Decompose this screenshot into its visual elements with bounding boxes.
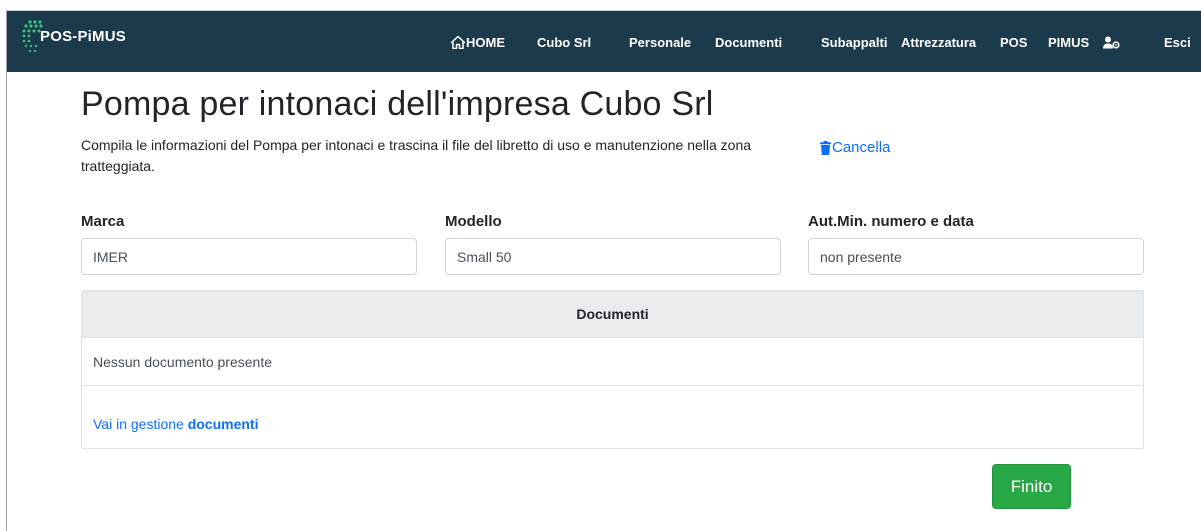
nav-documenti[interactable]: Documenti <box>715 35 782 51</box>
brand-name: POS-PiMUS <box>40 28 126 45</box>
documents-empty-message: Nessun documento presente <box>82 338 1143 386</box>
nav-pimus[interactable]: PIMUS <box>1048 35 1089 51</box>
manage-documents-link[interactable]: Vai in gestione documenti <box>93 416 258 432</box>
finish-button[interactable]: Finito <box>992 464 1071 509</box>
page-title: Pompa per intonaci dell'impresa Cubo Srl <box>81 85 714 123</box>
trash-icon <box>820 140 831 155</box>
nav-esci[interactable]: Esci <box>1164 35 1191 51</box>
marca-label: Marca <box>81 213 125 230</box>
app-window: POS-PiMUS HOME Cubo Srl Personale Docume… <box>6 10 1201 531</box>
nav-home[interactable]: HOME <box>451 35 505 51</box>
nav-user-settings[interactable] <box>1103 35 1121 51</box>
top-navbar: POS-PiMUS HOME Cubo Srl Personale Docume… <box>7 11 1201 72</box>
marca-input[interactable] <box>81 238 417 275</box>
nav-cubo-srl[interactable]: Cubo Srl <box>537 35 591 51</box>
brand-logo[interactable]: POS-PiMUS <box>21 20 126 53</box>
nav-subappalti[interactable]: Subappalti <box>821 35 887 51</box>
nav-home-label: HOME <box>466 35 505 50</box>
documents-header: Documenti <box>82 291 1143 338</box>
aut-min-input[interactable] <box>808 238 1144 275</box>
nav-attrezzatura[interactable]: Attrezzatura <box>901 35 976 51</box>
modello-label: Modello <box>445 213 502 230</box>
manage-documents-prefix: Vai in gestione <box>93 416 188 432</box>
documents-card: Documenti Nessun documento presente Vai … <box>81 290 1144 449</box>
nav-personale[interactable]: Personale <box>629 35 691 51</box>
page-description: Compila le informazioni del Pompa per in… <box>81 137 752 174</box>
home-icon <box>451 36 465 49</box>
manage-documents-bold: documenti <box>187 416 259 432</box>
modello-input[interactable] <box>445 238 781 275</box>
delete-label: Cancella <box>832 139 891 156</box>
aut-min-label: Aut.Min. numero e data <box>808 213 974 230</box>
user-settings-icon <box>1103 36 1120 49</box>
delete-link[interactable]: Cancella <box>820 139 890 156</box>
nav-pos[interactable]: POS <box>1000 35 1027 51</box>
